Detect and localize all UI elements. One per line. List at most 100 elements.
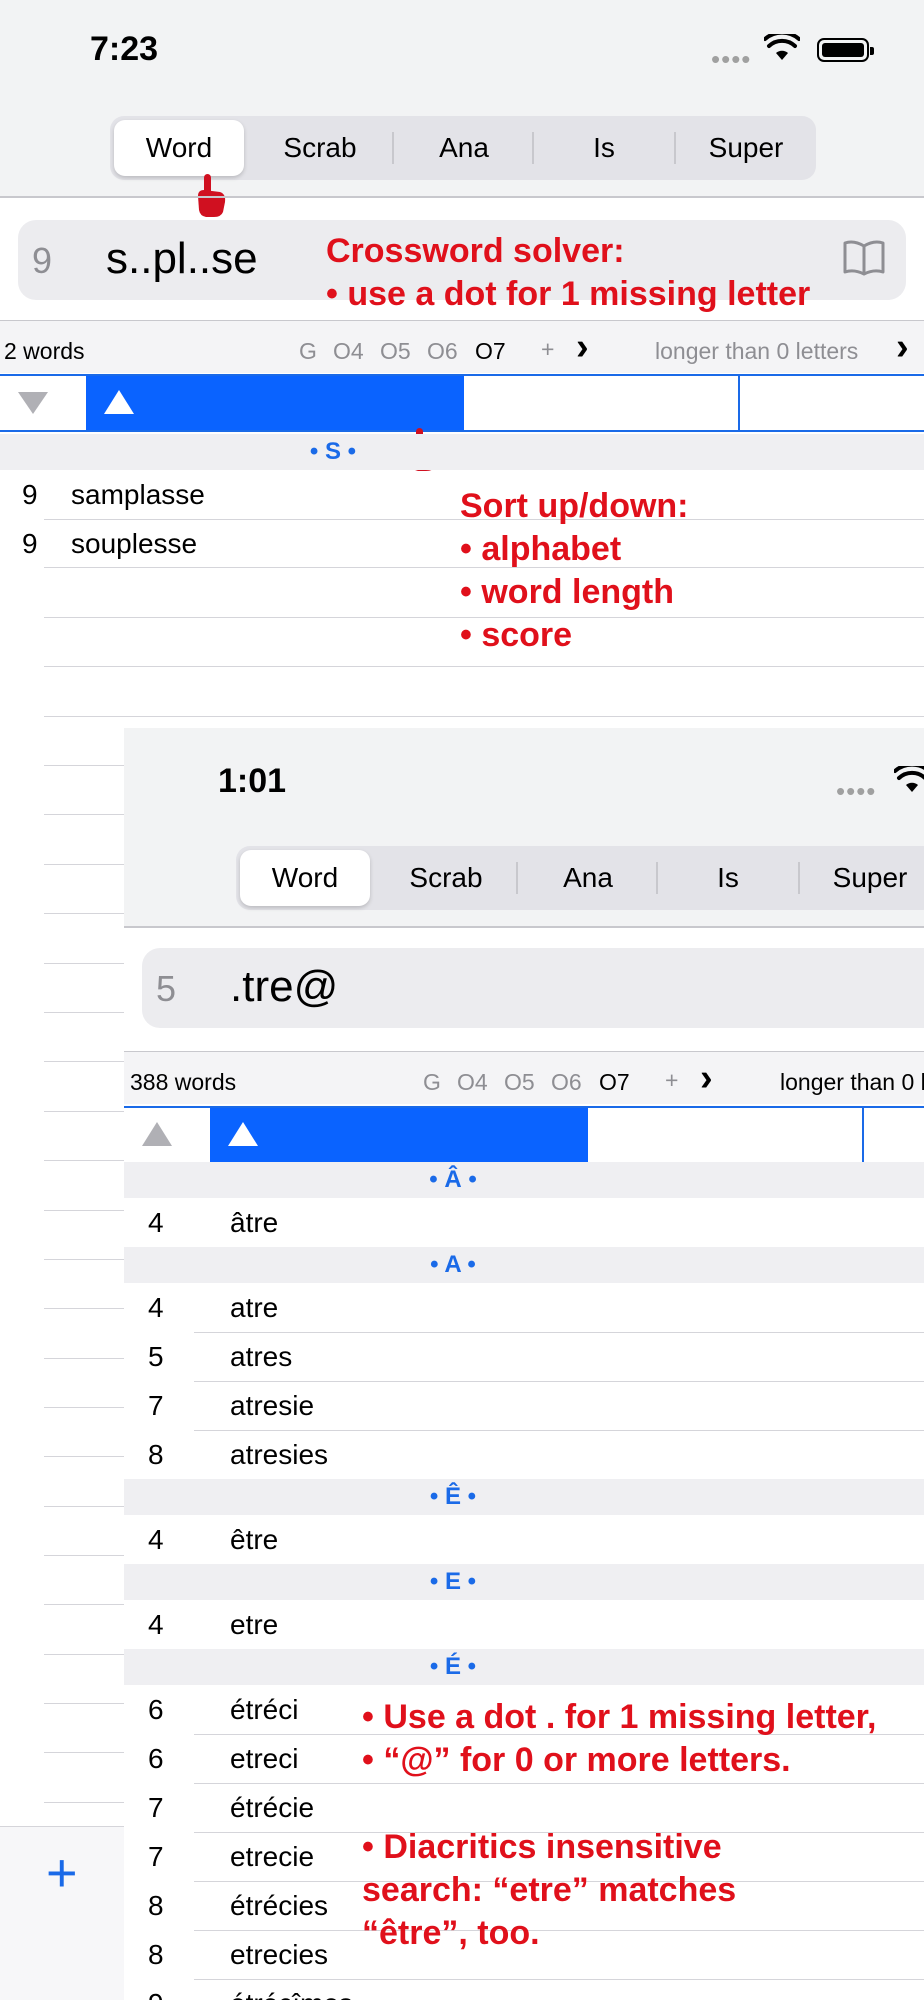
tab-scrab[interactable]: Scrab (250, 116, 390, 180)
row-divider (194, 1430, 924, 1431)
row-word[interactable]: etrecies (230, 1939, 328, 1971)
add-button[interactable]: + (46, 1842, 78, 1904)
filter-o4[interactable]: O4 (333, 338, 364, 365)
row-divider (44, 814, 124, 815)
row-word[interactable]: atre (230, 1292, 278, 1324)
inset-filter-o6[interactable]: O6 (551, 1069, 582, 1096)
row-word[interactable]: etrecie (230, 1841, 314, 1873)
tab-is[interactable]: Is (534, 116, 674, 180)
annotation-sort-score: • score (460, 616, 573, 654)
inset-status-time: 1:01 (218, 762, 287, 800)
row-word[interactable]: étrécîmes (230, 1988, 353, 2000)
section-header: • A • (124, 1247, 924, 1283)
row-length: 4 (148, 1609, 164, 1640)
sort-bar (0, 374, 924, 432)
inset-chevron-right-icon[interactable]: › (700, 1057, 713, 1100)
search-input[interactable]: s..pl..se (106, 234, 258, 284)
row-length: 7 (148, 1792, 164, 1823)
row-length: 4 (148, 1207, 164, 1238)
sort-separator (738, 376, 740, 430)
sort-up-icon (228, 1122, 258, 1146)
inset-screenshot: 1:01 •••• Word Scrab Ana Is Super 5 .tre… (124, 728, 924, 2000)
chevron-right-icon[interactable]: › (576, 326, 589, 369)
row-word[interactable]: âtre (230, 1207, 278, 1239)
inset-wifi-icon (894, 766, 924, 792)
row-divider (44, 666, 924, 667)
tab-ana[interactable]: Ana (394, 116, 534, 180)
filter-o7[interactable]: O7 (475, 338, 506, 365)
inset-length-filter[interactable]: longer than 0 letters (780, 1069, 924, 1096)
row-word[interactable]: étrécies (230, 1890, 328, 1922)
tab-word[interactable]: Word (114, 120, 244, 176)
row-word[interactable]: atresie (230, 1390, 314, 1422)
pointing-hand-icon (198, 174, 226, 217)
section-header: • E • (124, 1564, 924, 1600)
row-word[interactable]: etreci (230, 1743, 298, 1775)
inset-search-field[interactable]: 5 .tre@ (142, 948, 924, 1028)
sort-alphabet-button[interactable] (86, 376, 464, 430)
inset-tab-word[interactable]: Word (240, 850, 370, 906)
tab-segmented-control: Word Scrab Ana Is Super (110, 116, 816, 180)
row-word[interactable]: atres (230, 1341, 292, 1373)
row-length: 9 (22, 479, 38, 510)
row-word[interactable]: souplesse (71, 528, 197, 560)
row-length: 4 (148, 1292, 164, 1323)
inset-tab-scrab[interactable]: Scrab (376, 846, 516, 910)
wifi-icon (764, 34, 800, 60)
filter-g[interactable]: G (299, 338, 317, 365)
row-word[interactable]: samplasse (71, 479, 205, 511)
inset-cellular-signal-icon: •••• (836, 776, 877, 806)
inset-search-input[interactable]: .tre@ (230, 962, 338, 1012)
row-length: 9 (148, 1988, 164, 2000)
row-length: 9 (22, 528, 38, 559)
section-header: • S • (0, 434, 924, 470)
row-divider (44, 1160, 124, 1161)
inset-add-filter-button[interactable]: + (665, 1067, 678, 1094)
inset-tab-ana[interactable]: Ana (518, 846, 658, 910)
chevron-right-icon[interactable]: › (896, 326, 909, 369)
row-word[interactable]: atresies (230, 1439, 328, 1471)
row-divider (44, 1654, 124, 1655)
inset-tab-segmented-control: Word Scrab Ana Is Super (236, 846, 924, 910)
row-divider (194, 1381, 924, 1382)
row-length: 6 (148, 1743, 164, 1774)
filter-o6[interactable]: O6 (427, 338, 458, 365)
annotation-sort-alphabet: • alphabet (460, 530, 622, 568)
row-divider (44, 963, 124, 964)
sort-up-icon (104, 390, 134, 414)
tab-super[interactable]: Super (676, 116, 816, 180)
inset-word-count: 388 words (130, 1069, 237, 1095)
filter-o5[interactable]: O5 (380, 338, 411, 365)
row-divider (44, 1802, 124, 1803)
row-length: 7 (148, 1841, 164, 1872)
dictionary-book-icon[interactable] (842, 238, 886, 278)
inset-tab-is[interactable]: Is (658, 846, 798, 910)
sort-separator (862, 1108, 864, 1162)
length-filter[interactable]: longer than 0 letters (655, 338, 858, 365)
row-divider (44, 1604, 124, 1605)
row-divider (44, 1358, 124, 1359)
row-length: 5 (148, 1341, 164, 1372)
inset-filter-o7[interactable]: O7 (599, 1069, 630, 1096)
sort-length-button[interactable] (0, 376, 86, 430)
annotation-diacritics-title: • Diacritics insensitive (362, 1828, 722, 1866)
cellular-signal-icon: •••• (711, 44, 752, 74)
row-length: 8 (148, 1939, 164, 1970)
inset-filter-g[interactable]: G (423, 1069, 441, 1096)
add-filter-button[interactable]: + (541, 336, 554, 363)
row-divider (44, 1259, 124, 1260)
inset-sort-length-button[interactable] (124, 1108, 210, 1162)
row-word[interactable]: etre (230, 1609, 278, 1641)
row-word[interactable]: être (230, 1524, 278, 1556)
row-word[interactable]: étrécie (230, 1792, 314, 1824)
inset-filter-o5[interactable]: O5 (504, 1069, 535, 1096)
row-divider (44, 716, 924, 717)
inset-filter-o4[interactable]: O4 (457, 1069, 488, 1096)
row-divider (44, 1456, 124, 1457)
inset-sort-alphabet-button[interactable] (210, 1108, 588, 1162)
divider (124, 926, 924, 928)
section-header: • Ê • (124, 1479, 924, 1515)
inset-tab-super[interactable]: Super (800, 846, 924, 910)
row-word[interactable]: étréci (230, 1694, 298, 1726)
annotation-diacritics-body: search: “etre” matches (362, 1871, 737, 1909)
